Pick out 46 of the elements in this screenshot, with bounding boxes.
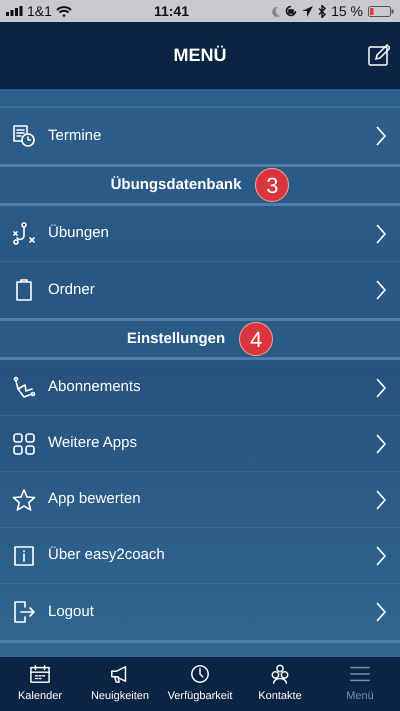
location-icon (302, 6, 314, 16)
screen-title: MENÜ (174, 44, 226, 67)
star-icon (12, 488, 36, 512)
step-badge: 4 (239, 322, 274, 356)
section-header: Übungsdatenbank (110, 174, 242, 195)
menu-item[interactable]: Über easy2coach (0, 528, 400, 584)
chevron-right-icon (376, 224, 386, 244)
grid-icon (12, 432, 36, 456)
moon-icon (271, 6, 280, 16)
status-time: 11:41 (154, 2, 190, 20)
chevron-right-icon (376, 602, 386, 622)
edit-button[interactable] (368, 44, 390, 66)
step-badge: 3 (255, 168, 290, 202)
menu-item[interactable]: Abonnements (0, 360, 400, 416)
tab-bar-item[interactable]: Menü (320, 657, 400, 711)
tab-bar-item[interactable]: Neuigkeiten (80, 657, 160, 711)
wifi-icon (56, 6, 72, 16)
battery-percentage: 15 % (331, 2, 363, 20)
logout-icon (12, 600, 36, 624)
rotation-lock-icon (285, 5, 298, 17)
bluetooth-icon (318, 4, 326, 18)
calendar-clock-icon (12, 124, 36, 148)
menu-item[interactable]: Übungen (0, 206, 400, 262)
people-icon (269, 664, 291, 684)
menu-item[interactable]: Weitere Apps (0, 416, 400, 472)
chevron-right-icon (376, 378, 386, 398)
chevron-right-icon (376, 490, 386, 510)
carrier-name: 1&1 (27, 2, 52, 20)
chevron-right-icon (376, 280, 386, 300)
tab-bar-item[interactable]: Kalender (0, 657, 80, 711)
signal-icon (6, 6, 23, 16)
calendar-icon (29, 664, 51, 684)
tactics-icon (12, 222, 36, 246)
tab-bar-item[interactable]: Kontakte (240, 657, 320, 711)
battery-icon (368, 6, 394, 16)
info-icon (12, 544, 36, 568)
menu-item[interactable]: Termine (0, 108, 400, 164)
menu-item[interactable]: Ordner (0, 262, 400, 318)
clock-icon (189, 664, 211, 684)
chevron-right-icon (376, 546, 386, 566)
menu-item[interactable]: Logout (0, 584, 400, 640)
chevron-right-icon (376, 434, 386, 454)
chevron-right-icon (376, 126, 386, 146)
section-header: Einstellungen (126, 328, 226, 349)
menu-item[interactable]: App bewerten (0, 472, 400, 528)
tab-bar-item[interactable]: Verfügbarkeit (160, 657, 240, 711)
